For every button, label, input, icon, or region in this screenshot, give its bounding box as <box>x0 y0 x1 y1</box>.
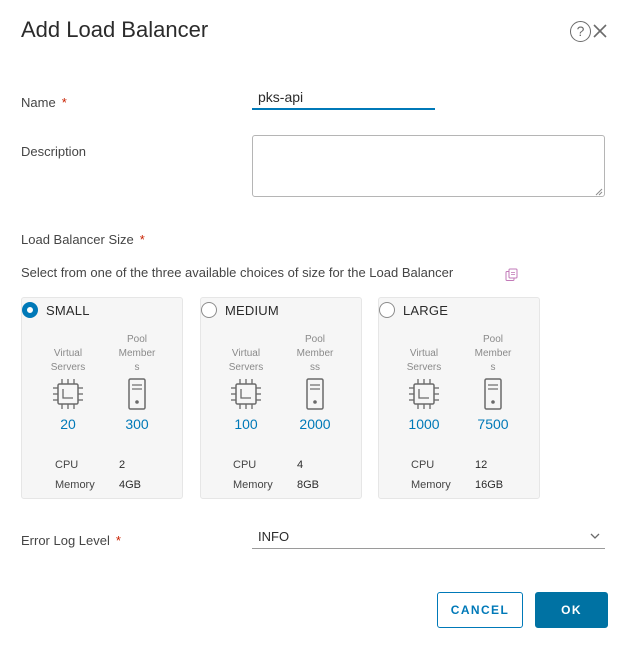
size-help-text: Select from one of the three available c… <box>21 265 454 280</box>
virtual-servers-heading: Virtual Servers <box>228 348 264 373</box>
cpu-label: CPU <box>55 459 79 471</box>
size-name: SMALL <box>46 303 90 318</box>
radio-medium[interactable] <box>201 302 217 318</box>
memory-label: Memory <box>411 479 451 491</box>
name-label: Name * <box>21 95 67 110</box>
pool-members-heading: Pool Member ss <box>296 334 334 373</box>
dialog-title: Add Load Balancer <box>21 17 209 42</box>
resize-grip-icon[interactable] <box>595 188 603 196</box>
copy-icon[interactable] <box>505 268 518 282</box>
cpu-value: 2 <box>119 459 126 471</box>
size-option-medium[interactable]: MEDIUM Virtual Servers Pool Member ss 100 2… <box>200 297 362 499</box>
radio-large[interactable] <box>379 302 395 318</box>
cpu-value: 4 <box>297 459 304 471</box>
size-label: Load Balancer Size * <box>21 232 145 247</box>
size-name: LARGE <box>403 303 449 318</box>
description-textarea[interactable] <box>252 135 605 197</box>
size-option-large[interactable]: LARGE Virtual Servers Pool Member s 1000 75… <box>378 297 540 499</box>
virtual-servers-heading: Virtual Servers <box>50 348 86 373</box>
name-input[interactable] <box>252 86 435 110</box>
server-icon <box>306 378 324 410</box>
error-log-level-value: INFO <box>258 529 290 544</box>
pool-members-value: 300 <box>125 416 149 432</box>
memory-value: 16GB <box>475 479 504 491</box>
radio-small[interactable] <box>22 302 38 318</box>
pool-members-heading: Pool Member s <box>118 334 156 373</box>
size-option-small[interactable]: SMALL Virtual Servers Pool Member s 20 300 … <box>21 297 183 499</box>
cpu-label: CPU <box>411 459 435 471</box>
memory-value: 8GB <box>297 479 320 491</box>
pool-members-heading: Pool Member s <box>474 334 512 373</box>
cpu-chip-icon <box>409 379 439 409</box>
ok-button[interactable]: OK <box>535 592 608 628</box>
memory-value: 4GB <box>119 479 142 491</box>
server-icon <box>484 378 502 410</box>
close-icon[interactable] <box>590 19 610 43</box>
size-name: MEDIUM <box>225 303 279 318</box>
virtual-servers-value: 100 <box>234 416 258 432</box>
required-mark: * <box>115 533 121 548</box>
error-log-level-select[interactable]: INFO <box>252 525 605 549</box>
cancel-button[interactable]: CANCEL <box>437 592 523 628</box>
virtual-servers-value: 1000 <box>408 416 440 432</box>
server-icon <box>128 378 146 410</box>
required-mark: * <box>61 95 67 110</box>
chevron-down-icon <box>590 533 600 539</box>
cpu-value: 12 <box>475 459 488 471</box>
cpu-label: CPU <box>233 459 257 471</box>
description-label: Description <box>21 144 87 159</box>
error-log-label: Error Log Level * <box>21 533 121 548</box>
pool-members-value: 2000 <box>299 416 331 432</box>
memory-label: Memory <box>233 479 273 491</box>
memory-label: Memory <box>55 479 95 491</box>
required-mark: * <box>139 232 145 247</box>
pool-members-value: 7500 <box>477 416 509 432</box>
cpu-chip-icon <box>53 379 83 409</box>
virtual-servers-value: 20 <box>60 416 76 432</box>
cpu-chip-icon <box>231 379 261 409</box>
help-icon[interactable]: ? <box>570 21 591 42</box>
virtual-servers-heading: Virtual Servers <box>406 348 442 373</box>
